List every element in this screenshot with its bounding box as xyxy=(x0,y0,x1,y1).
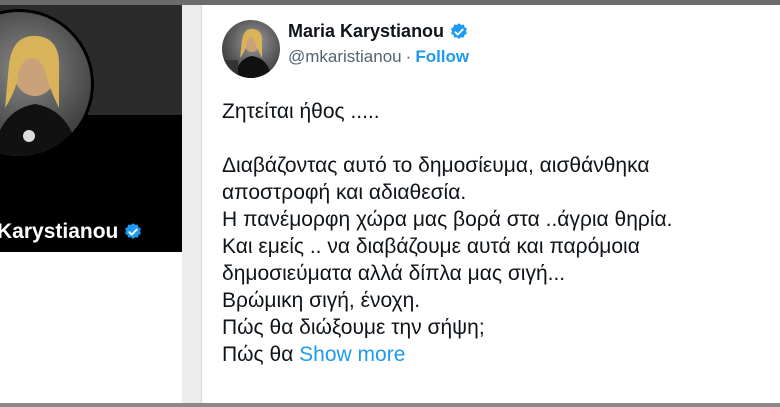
tweet-last-line: Πώς θα Show more xyxy=(222,341,780,368)
tweet-line: Πώς θα διώξουμε την σήψη; xyxy=(222,316,485,339)
handle-row: @mkaristianou · Follow xyxy=(288,47,469,67)
verified-badge-icon xyxy=(123,222,143,242)
divider-line xyxy=(201,5,202,407)
verified-badge-icon xyxy=(449,22,469,42)
tweet-card: Maria Karystianou @mkaristianou · Follow… xyxy=(203,5,780,407)
tweet-line: Βρώμικη σιγή, ένοχη. xyxy=(222,289,421,312)
show-more-link[interactable]: Show more xyxy=(299,343,405,366)
tweet-line: Διαβάζοντας αυτό το δημοσίευμα, αισθάνθη… xyxy=(222,154,650,177)
tweet-line: Ζητείται ήθος ..... xyxy=(222,100,380,123)
tweet-line: αποστροφή και αδιαθεσία. xyxy=(222,181,467,204)
author-name[interactable]: Maria Karystianou xyxy=(288,21,444,42)
bottom-border xyxy=(0,403,780,407)
profile-name-text: Karystianou xyxy=(0,220,119,243)
tweet-line: Η πανέμορφη χώρα μας βορά στα ..άγρια θη… xyxy=(222,208,673,231)
tweet-text: Ζητείται ήθος ..... Διαβάζοντας αυτό το … xyxy=(222,98,780,368)
author-avatar[interactable] xyxy=(222,20,280,78)
handle-separator: · xyxy=(405,47,412,66)
tweet-line: δημοσιεύματα αλλά δίπλα μας σιγή... xyxy=(222,262,566,285)
tweet-header: Maria Karystianou @mkaristianou · Follow xyxy=(288,21,469,67)
tweet-line: Και εμείς .. να διαβάζουμε αυτά και παρό… xyxy=(222,235,640,258)
profile-card: Karystianou xyxy=(0,5,182,252)
tweet-last-line-text: Πώς θα xyxy=(222,343,300,366)
follow-button[interactable]: Follow xyxy=(415,47,469,67)
column-divider xyxy=(182,5,202,407)
author-name-row: Maria Karystianou xyxy=(288,21,469,42)
author-handle[interactable]: @mkaristianou xyxy=(288,47,402,67)
profile-name: Karystianou xyxy=(0,220,143,244)
